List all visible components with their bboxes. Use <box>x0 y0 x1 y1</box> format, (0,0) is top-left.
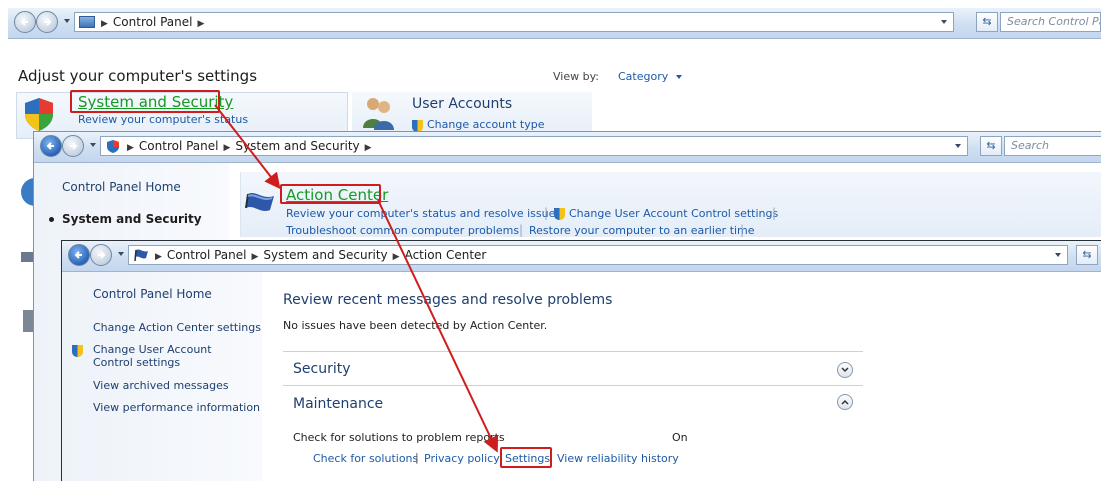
arrow-system-to-action-center <box>214 104 281 190</box>
arrow-action-center-to-settings <box>377 199 499 453</box>
annotation-arrows <box>214 104 499 453</box>
